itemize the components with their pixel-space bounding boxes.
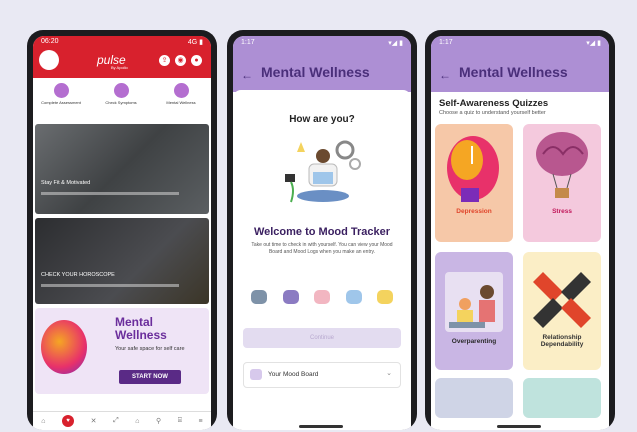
status-time: 06:20 bbox=[41, 38, 59, 45]
quiz-card-relationship[interactable]: Relationship Dependability bbox=[523, 252, 601, 370]
mood-good-icon[interactable] bbox=[345, 290, 362, 304]
status-time: 1:17 bbox=[241, 39, 255, 46]
start-now-button[interactable]: START NOW bbox=[119, 370, 181, 384]
banner-card-fitness[interactable]: Stay Fit & Motivated bbox=[35, 124, 209, 214]
mood-okay-icon[interactable] bbox=[314, 290, 330, 304]
phone-mood-tracker: 1:17 ▾◢ ▮ ← Mental Wellness How are you?… bbox=[227, 30, 417, 430]
section-title: Self-Awareness Quizzes bbox=[439, 98, 549, 109]
quiz-card-stress[interactable]: Stress bbox=[523, 124, 601, 242]
cart-icon[interactable]: ◉ bbox=[175, 55, 186, 66]
home-indicator bbox=[497, 425, 541, 428]
nav-lock-icon[interactable]: ⌂ bbox=[135, 418, 139, 425]
quiz-card-depression[interactable]: Depression bbox=[435, 124, 513, 242]
back-arrow-icon[interactable]: ← bbox=[241, 68, 253, 82]
screen: 1:17 ▾◢ ▮ ← Mental Wellness Self-Awarene… bbox=[431, 36, 609, 430]
bottom-nav: ⌂ ♥ ✕ ⤢ ⌂ ⚲ ⌸ ≡ bbox=[33, 411, 211, 430]
phone-quizzes: 1:17 ▾◢ ▮ ← Mental Wellness Self-Awarene… bbox=[425, 30, 615, 430]
card-subtext bbox=[41, 284, 179, 287]
status-bar: 06:20 4G ▮ bbox=[41, 38, 203, 48]
app-header: 1:17 ▾◢ ▮ ← Mental Wellness bbox=[233, 36, 411, 92]
nav-health-icon[interactable]: ♥ bbox=[62, 415, 75, 427]
wellness-icon bbox=[173, 83, 189, 98]
mood-board-label: Your Mood Board bbox=[268, 371, 319, 378]
home-indicator bbox=[299, 425, 343, 428]
nav-store-icon[interactable]: ⌸ bbox=[178, 417, 182, 425]
chain-link-icon bbox=[533, 272, 591, 328]
mood-sad-icon[interactable] bbox=[251, 290, 267, 304]
chevron-down-icon: ⌄ bbox=[386, 370, 392, 377]
mood-board-dropdown[interactable]: Your Mood Board ⌄ bbox=[243, 362, 401, 388]
quiz-card-partial-2[interactable] bbox=[523, 378, 601, 418]
quick-link-wellness[interactable]: Mental Wellness bbox=[159, 83, 203, 105]
status-icons: ▾◢ ▮ bbox=[388, 40, 403, 47]
mood-board-icon bbox=[250, 369, 262, 380]
quick-link-assessment[interactable]: Complete Assessment bbox=[39, 83, 83, 105]
status-icons: 4G ▮ bbox=[187, 39, 203, 46]
page-title: Mental Wellness bbox=[459, 64, 568, 80]
avatar[interactable] bbox=[39, 50, 59, 70]
head-illustration-icon bbox=[41, 320, 87, 374]
status-bar: 1:17 ▾◢ ▮ bbox=[241, 39, 403, 49]
person-with-laptop-illustration bbox=[285, 140, 361, 203]
brand-logo: pulse By Apollo bbox=[97, 53, 128, 70]
continue-button[interactable]: Continue bbox=[243, 328, 401, 348]
mood-options bbox=[251, 290, 393, 304]
brain-balloon-icon bbox=[536, 132, 588, 198]
page-title: Mental Wellness bbox=[261, 64, 370, 80]
head-illustration-icon bbox=[447, 136, 499, 202]
quick-link-symptoms[interactable]: Check Symptoms bbox=[99, 83, 143, 105]
promo-title: Mental Wellness bbox=[115, 315, 167, 342]
status-bar: 1:17 ▾◢ ▮ bbox=[439, 39, 601, 49]
banner-card-horoscope[interactable]: CHECK YOUR HOROSCOPE bbox=[35, 218, 209, 304]
status-time: 1:17 bbox=[439, 39, 453, 46]
symptoms-icon bbox=[113, 83, 129, 98]
nav-home-icon[interactable]: ⌂ bbox=[41, 418, 45, 425]
phone-pulse-home: 06:20 4G ▮ pulse By Apollo ⇪ ◉ ● Complete… bbox=[27, 30, 217, 430]
mood-low-icon[interactable] bbox=[282, 290, 299, 304]
nav-profile-icon[interactable]: ⚲ bbox=[156, 417, 161, 425]
card-subtext bbox=[41, 192, 179, 195]
nav-expand-icon[interactable]: ⤢ bbox=[113, 417, 119, 425]
app-header: 1:17 ▾◢ ▮ ← Mental Wellness bbox=[431, 36, 609, 92]
share-icon[interactable]: ⇪ bbox=[159, 55, 170, 66]
status-icons: ▾◢ ▮ bbox=[586, 40, 601, 47]
section-subtitle: Choose a quiz to understand yourself bet… bbox=[439, 110, 546, 116]
quizzes-body: Self-Awareness Quizzes Choose a quiz to … bbox=[431, 92, 609, 430]
how-are-you-heading: How are you? bbox=[289, 114, 355, 125]
notification-icon[interactable]: ● bbox=[191, 55, 202, 66]
app-header: 06:20 4G ▮ pulse By Apollo ⇪ ◉ ● bbox=[33, 36, 211, 78]
quiz-card-overparenting[interactable]: Overparenting bbox=[435, 252, 513, 370]
screen: 1:17 ▾◢ ▮ ← Mental Wellness How are you?… bbox=[233, 36, 411, 430]
parent-child-illustration bbox=[445, 272, 503, 332]
screen: 06:20 4G ▮ pulse By Apollo ⇪ ◉ ● Complete… bbox=[33, 36, 211, 430]
nav-menu-icon[interactable]: ≡ bbox=[199, 418, 203, 425]
nav-tools-icon[interactable]: ✕ bbox=[91, 417, 97, 425]
promo-subtitle: Your safe space for self care bbox=[115, 346, 185, 352]
welcome-description: Take out time to check in with yourself.… bbox=[251, 242, 393, 255]
mood-tracker-body: How are you? Welcome to Mood Tracker Tak… bbox=[233, 90, 411, 430]
mental-wellness-promo[interactable]: Mental Wellness Your safe space for self … bbox=[35, 308, 209, 394]
assessment-icon bbox=[53, 83, 69, 98]
back-arrow-icon[interactable]: ← bbox=[439, 68, 451, 82]
welcome-heading: Welcome to Mood Tracker bbox=[253, 226, 391, 238]
mood-happy-icon[interactable] bbox=[377, 290, 393, 304]
quick-links: Complete Assessment Check Symptoms Menta… bbox=[33, 78, 211, 122]
quiz-card-partial-1[interactable] bbox=[435, 378, 513, 418]
